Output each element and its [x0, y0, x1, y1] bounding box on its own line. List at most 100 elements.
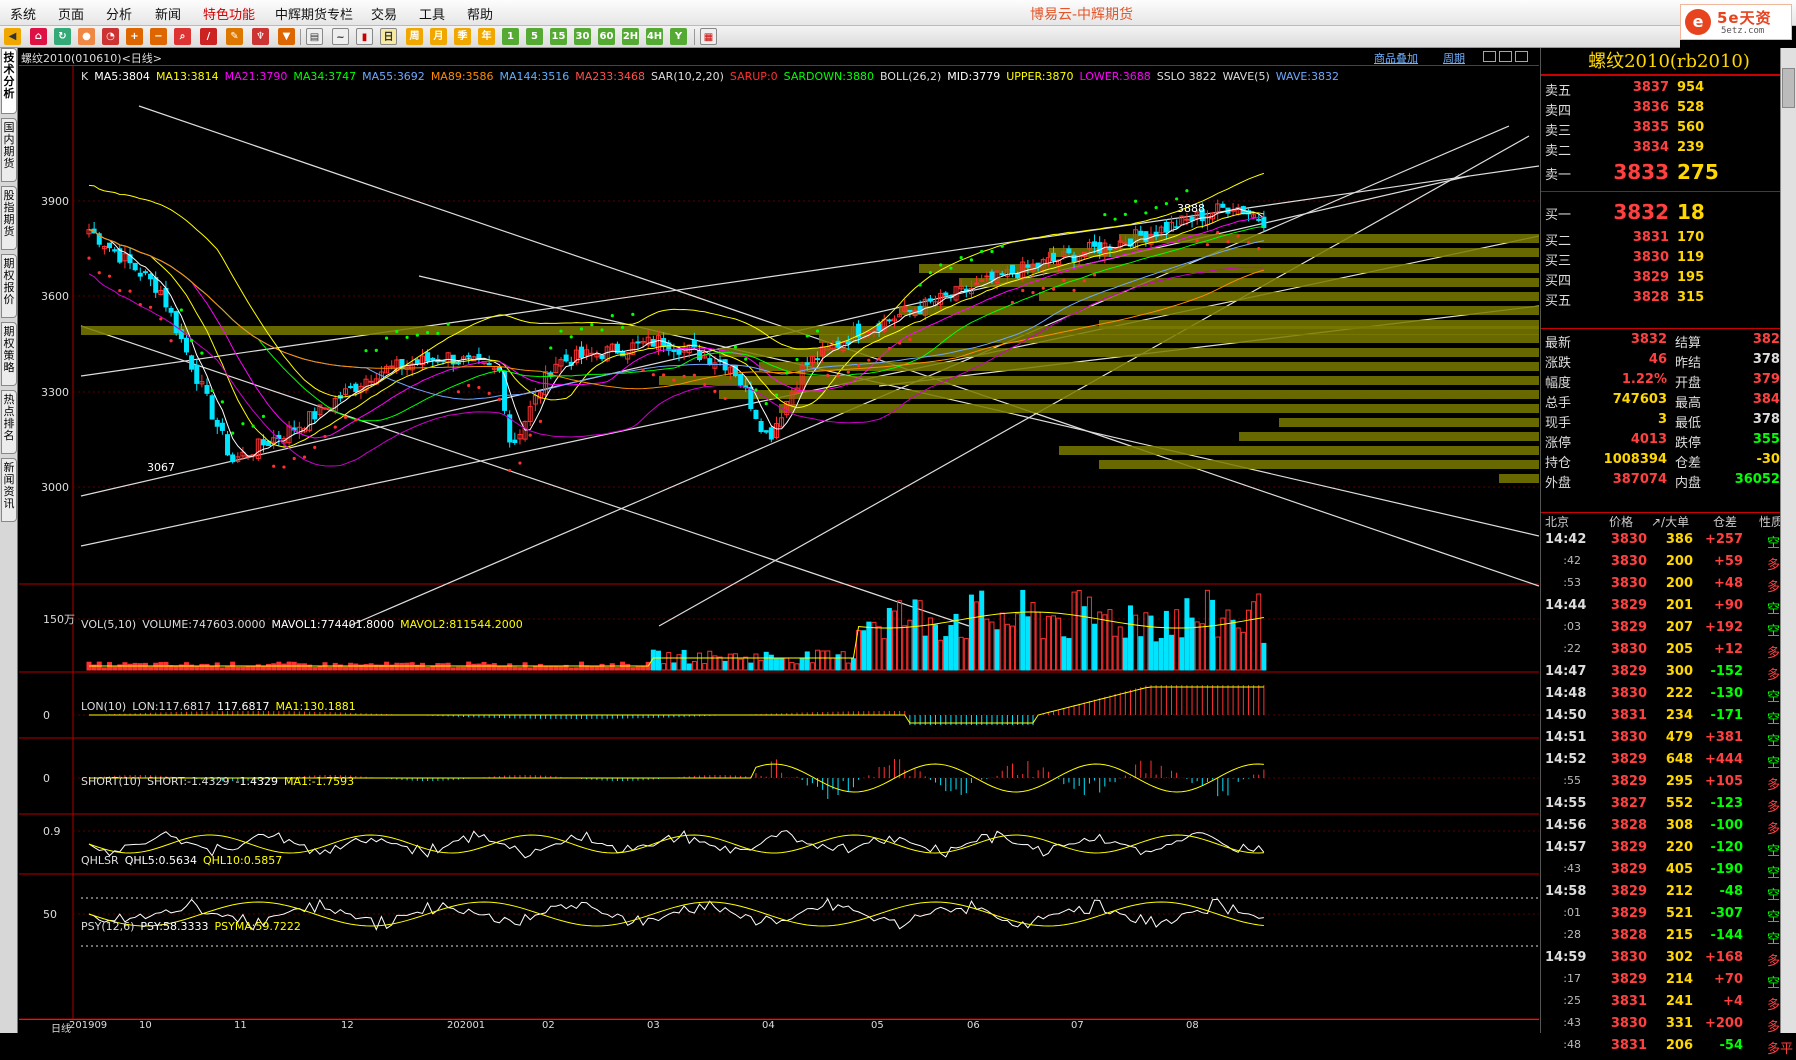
menu-tools[interactable]: 工具 — [419, 4, 445, 23]
hour4-period-button[interactable]: 4H — [646, 28, 663, 45]
menu-analysis[interactable]: 分析 — [106, 4, 132, 23]
candle-body — [1138, 230, 1144, 236]
volume-bar — [1220, 617, 1226, 671]
zoom-out-icon[interactable]: − — [150, 28, 167, 45]
kline-icon[interactable]: ▮ — [356, 28, 373, 45]
maximize-icon[interactable] — [1499, 51, 1512, 62]
bid1-row[interactable]: 买一 3832 18 — [1541, 200, 1796, 224]
ask-row[interactable]: 卖四 3836 528 — [1541, 100, 1796, 120]
volume-bar — [789, 661, 795, 671]
month-period-button[interactable]: 月 — [430, 28, 447, 45]
quarter-period-button[interactable]: 季 — [454, 28, 471, 45]
custom-period-button[interactable]: Y — [670, 28, 687, 45]
ask-volume: 560 — [1677, 120, 1705, 135]
filter-icon[interactable]: ▼ — [278, 28, 295, 45]
menu-page[interactable]: 页面 — [58, 4, 84, 23]
stat-label: 最高 — [1675, 396, 1702, 411]
tick-row: 14:583829212-48空平 — [1541, 884, 1796, 906]
tick-price: 3828 — [1610, 928, 1647, 943]
pin-icon[interactable]: ♆ — [252, 28, 269, 45]
sar-dot — [220, 400, 224, 404]
minute-chart-icon[interactable]: ~ — [332, 28, 349, 45]
chart-canvas[interactable]: 3900 3600 3300 3000 150万 0 0 0.9 50 3888 3067 — [19, 66, 1539, 1019]
tab-technical-analysis[interactable]: 技术分析 — [1, 48, 17, 114]
candle-body — [466, 355, 472, 358]
bid-row[interactable]: 买五 3828 315 — [1541, 290, 1796, 310]
scrollbar[interactable] — [1780, 48, 1796, 1033]
menu-news[interactable]: 新闻 — [155, 4, 181, 23]
zoom-in-icon[interactable]: + — [126, 28, 143, 45]
bid-row[interactable]: 买二 3831 170 — [1541, 230, 1796, 250]
min1-period-button[interactable]: 1 — [502, 28, 519, 45]
home-icon[interactable]: ⌂ — [30, 28, 47, 45]
quote-separator — [1541, 191, 1796, 192]
bid-volume: 119 — [1677, 250, 1705, 265]
sar-dot — [107, 274, 112, 278]
volume-bar — [245, 665, 251, 671]
tick-time: 14:52 — [1545, 752, 1587, 767]
menu-help[interactable]: 帮助 — [467, 4, 493, 23]
menu-trade[interactable]: 交易 — [371, 4, 397, 23]
ask1-row[interactable]: 卖一 3833 275 — [1541, 160, 1796, 184]
bid-volume: 315 — [1677, 290, 1705, 305]
year-period-button[interactable]: 年 — [478, 28, 495, 45]
tab-option-quotes[interactable]: 期权报价 — [1, 254, 17, 318]
ask-row[interactable]: 卖二 3834 239 — [1541, 140, 1796, 160]
ask-row[interactable]: 卖三 3835 560 — [1541, 120, 1796, 140]
bid-row[interactable]: 买四 3829 195 — [1541, 270, 1796, 290]
sar-dot — [1175, 197, 1179, 201]
sar-dot — [928, 271, 932, 275]
volume-bar — [527, 667, 533, 671]
volume-bar — [635, 666, 641, 671]
candle-body — [414, 359, 420, 365]
candle-body — [137, 272, 143, 277]
chart-area[interactable]: 螺纹2010(010610)<日线> 商品叠加 周期 3900 3600 3300 3… — [19, 48, 1539, 1033]
period-link[interactable]: 周期 — [1443, 50, 1465, 66]
tab-hot-ranking[interactable]: 热点排名 — [1, 390, 17, 454]
bid1-label: 买一 — [1545, 208, 1572, 223]
menu-zhonghui-column[interactable]: 中辉期货专栏 — [275, 4, 353, 23]
volume-bar — [825, 650, 831, 671]
tab-index-futures[interactable]: 股指期货 — [1, 186, 17, 250]
psy-indicator-legend: PSY(12,6) PSY:58.3333 PSYMA:59.7222 — [81, 920, 307, 933]
search-icon[interactable]: ⌕ — [174, 28, 191, 45]
lon-indicator-legend: LON(10) LON:117.6817 117.6817 MA1:130.1881 — [81, 700, 362, 713]
scroll-thumb[interactable] — [1782, 68, 1795, 108]
refresh-icon[interactable]: ↻ — [54, 28, 71, 45]
table-icon[interactable]: ▤ — [306, 28, 323, 45]
x-tick-label: 201909 — [69, 1020, 108, 1031]
candle-body — [142, 271, 148, 274]
tab-option-strategy[interactable]: 期权策略 — [1, 322, 17, 386]
min15-period-button[interactable]: 15 — [550, 28, 567, 45]
clock-icon[interactable]: ◔ — [102, 28, 119, 45]
overlay-commodity-link[interactable]: 商品叠加 — [1374, 50, 1418, 66]
psy-tick-label: 50 — [43, 908, 57, 921]
tab-news-info[interactable]: 新闻资讯 — [1, 458, 17, 522]
menu-featured[interactable]: 特色功能 — [203, 4, 255, 23]
brush-icon[interactable]: ✎ — [226, 28, 243, 45]
lock-icon[interactable]: ● — [78, 28, 95, 45]
main-indicator-item: K — [81, 70, 89, 83]
back-icon[interactable]: ◀ — [4, 28, 21, 45]
day-period-button[interactable]: 日 — [380, 28, 397, 45]
calendar-icon[interactable]: ▦ — [700, 28, 717, 45]
volume-bar — [835, 654, 841, 671]
tick-volume: 215 — [1665, 928, 1693, 943]
week-period-button[interactable]: 周 — [406, 28, 423, 45]
stat-label: 结算 — [1675, 336, 1702, 351]
menu-system[interactable]: 系统 — [10, 4, 36, 23]
min60-period-button[interactable]: 60 — [598, 28, 615, 45]
tab-domestic-futures[interactable]: 国内期货 — [1, 118, 17, 182]
sar-dot — [1000, 244, 1004, 248]
restore-icon[interactable] — [1483, 51, 1496, 62]
close-pane-icon[interactable] — [1515, 51, 1528, 62]
ask-row[interactable]: 卖五 3837 954 — [1541, 80, 1796, 100]
volume-bar — [948, 624, 954, 671]
min30-period-button[interactable]: 30 — [574, 28, 591, 45]
tick-row: 14:443829201+90空开 — [1541, 598, 1796, 620]
min5-period-button[interactable]: 5 — [526, 28, 543, 45]
bid-row[interactable]: 买三 3830 119 — [1541, 250, 1796, 270]
hour2-period-button[interactable]: 2H — [622, 28, 639, 45]
draw-line-icon[interactable]: / — [200, 28, 217, 45]
tick-row: :223830205+12多开 — [1541, 642, 1796, 664]
